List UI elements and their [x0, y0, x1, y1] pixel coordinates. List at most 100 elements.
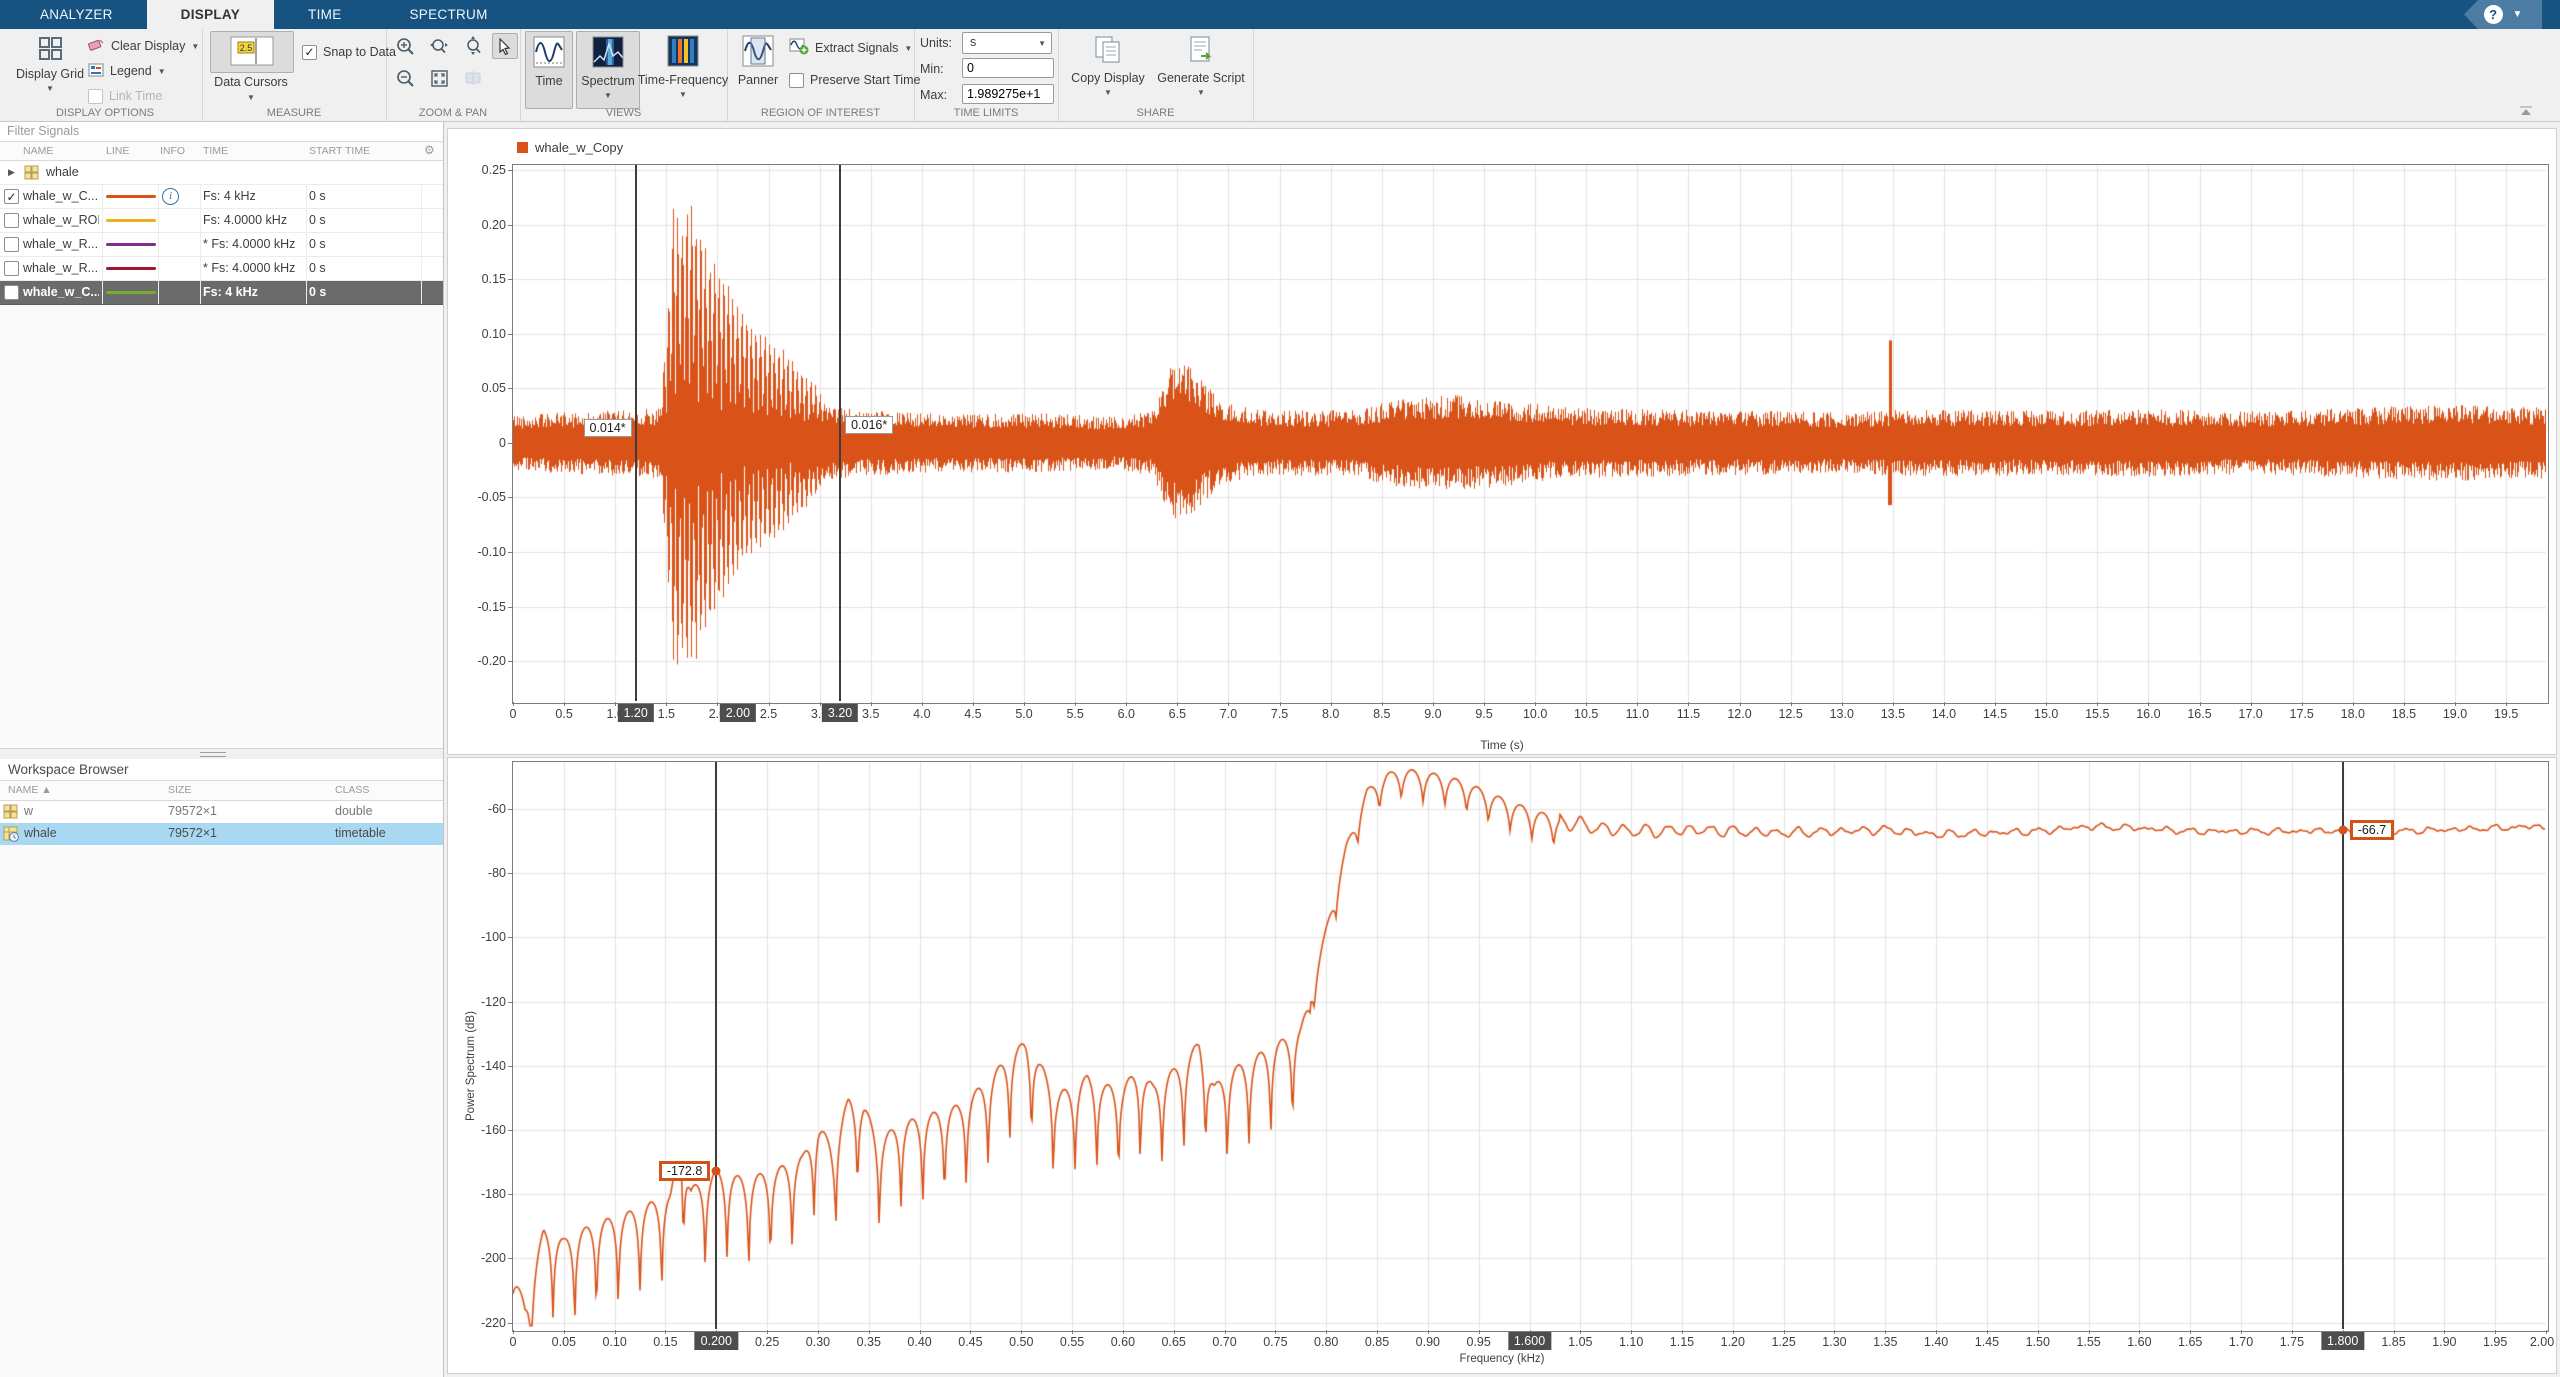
x-tick-label: 10.5	[1574, 707, 1598, 721]
display-grid-button[interactable]: Display Grid ▼	[18, 31, 82, 93]
time-plot-panel: whale_w_Copy 00.51.01.52.02.53.03.54.04.…	[447, 128, 2557, 755]
line-style-swatch[interactable]	[106, 291, 156, 294]
generate-script-icon	[1187, 35, 1215, 68]
cursor-tick-badge[interactable]: 0.200	[695, 1332, 738, 1350]
time-cursor-line[interactable]	[635, 165, 637, 701]
spectrum-cursor-line[interactable]	[2342, 762, 2344, 1329]
line-style-swatch[interactable]	[106, 219, 156, 222]
link-time-label: Link Time	[109, 89, 163, 103]
spectrum-view-button[interactable]: Spectrum ▼	[576, 31, 640, 109]
max-input[interactable]	[962, 84, 1054, 104]
cursor-value-label[interactable]: -66.7	[2350, 820, 2395, 840]
y-tick-label: -180	[460, 1187, 506, 1201]
data-cursors-button[interactable]: 2.5	[210, 31, 294, 73]
cursor-tick-badge[interactable]: 1.800	[2321, 1332, 2364, 1350]
filter-signals-input[interactable]: Filter Signals	[0, 122, 443, 142]
signal-row-whale-w-c-[interactable]: ✓whale_w_C...iFs: 4 kHz0 s	[0, 185, 443, 209]
clear-display-button[interactable]: Clear Display ▼	[88, 35, 199, 57]
column-header-start-time[interactable]: START TIME	[309, 145, 370, 157]
checkbox-icon[interactable]	[4, 213, 19, 228]
extract-signals-button[interactable]: Extract Signals ▼	[789, 37, 912, 59]
preserve-start-time-checkbox[interactable]: Preserve Start Time	[789, 69, 920, 91]
zoom-in-x-icon[interactable]	[428, 35, 450, 57]
cursor-value-label[interactable]: 0.016*	[845, 416, 893, 434]
timetable-icon	[3, 826, 19, 845]
time-cursor-line[interactable]	[839, 165, 841, 701]
signal-row-whale-w-r-[interactable]: whale_w_R...* Fs: 4.0000 kHz0 s	[0, 257, 443, 281]
ws-column-header-name[interactable]: NAME ▲	[8, 784, 52, 796]
signal-row-whale-w-r-[interactable]: whale_w_R...* Fs: 4.0000 kHz0 s	[0, 233, 443, 257]
cursor-tick-badge[interactable]: 1.20	[617, 704, 653, 722]
signal-row-whale-w-roi[interactable]: whale_w_ROIFs: 4.0000 kHz0 s	[0, 209, 443, 233]
spectrum-cursor-line[interactable]	[715, 762, 717, 1329]
cursor-value-label[interactable]: 0.014*	[584, 419, 632, 437]
signal-row-whale-w-c-[interactable]: whale_w_C...Fs: 4 kHz0 s	[0, 281, 443, 305]
y-tick-label: 0.20	[460, 218, 506, 232]
workspace-row-w[interactable]: w79572×1double	[0, 801, 443, 823]
gear-icon[interactable]: ⚙	[424, 143, 435, 157]
signal-group-row[interactable]: ▶whale	[0, 161, 443, 185]
workspace-header: NAME ▲ SIZE CLASS	[0, 781, 443, 801]
snap-to-data-checkbox[interactable]: ✓ Snap to Data	[302, 41, 396, 63]
legend-button[interactable]: Legend ▼	[88, 60, 166, 82]
generate-script-button[interactable]: Generate Script ▼	[1154, 31, 1248, 97]
spectrum-axes[interactable]	[512, 761, 2549, 1332]
cursor-tick-badge[interactable]: 3.20	[822, 704, 858, 722]
line-style-swatch[interactable]	[106, 267, 156, 270]
signal-name: whale_w_R...	[23, 237, 99, 251]
ws-column-header-class[interactable]: CLASS	[335, 784, 369, 796]
cursor-value-label[interactable]: -172.8	[659, 1161, 710, 1181]
zoom-in-y-icon[interactable]	[462, 35, 484, 57]
pointer-tool-icon[interactable]	[492, 33, 518, 59]
tab-analyzer[interactable]: ANALYZER	[6, 0, 147, 29]
zoom-out-icon[interactable]	[394, 67, 416, 89]
copy-display-button[interactable]: Copy Display ▼	[1066, 31, 1150, 97]
checkbox-icon[interactable]	[4, 285, 19, 300]
checkbox-checked-icon[interactable]: ✓	[302, 45, 317, 60]
chevron-down-icon[interactable]: ▼	[247, 93, 255, 102]
collapse-ribbon-button[interactable]	[2518, 105, 2534, 117]
column-header-line[interactable]: LINE	[106, 145, 129, 157]
panner-button[interactable]: Panner	[732, 31, 784, 87]
signal-name: whale_w_C...	[23, 285, 99, 299]
column-header-info[interactable]: INFO	[160, 145, 185, 157]
chevron-down-icon: ▼	[46, 84, 54, 93]
max-label: Max:	[920, 88, 947, 102]
tab-display[interactable]: DISPLAY	[147, 0, 274, 29]
info-icon[interactable]: i	[162, 188, 179, 205]
x-tick-mark	[1075, 702, 1076, 706]
fit-view-icon[interactable]	[428, 67, 450, 89]
x-tick-mark	[1995, 702, 1996, 706]
checkbox-checked-icon[interactable]: ✓	[4, 189, 19, 204]
tab-spectrum[interactable]: SPECTRUM	[376, 0, 522, 29]
zoom-in-icon[interactable]	[394, 35, 416, 57]
x-tick-mark	[2046, 702, 2047, 706]
y-tick-mark	[508, 1066, 512, 1067]
tab-time[interactable]: TIME	[274, 0, 375, 29]
column-header-time[interactable]: TIME	[203, 145, 228, 157]
units-select[interactable]: s ▼	[962, 32, 1052, 54]
time-view-button[interactable]: Time	[525, 31, 573, 109]
checkbox-icon[interactable]	[4, 237, 19, 252]
y-tick-label: 0	[460, 436, 506, 450]
checkbox-icon[interactable]	[4, 261, 19, 276]
time-axes[interactable]	[512, 164, 2549, 704]
x-tick-mark	[2546, 1330, 2547, 1334]
column-divider	[421, 185, 422, 208]
panner-label: Panner	[738, 73, 778, 87]
help-button[interactable]: ? ▼	[2464, 0, 2542, 29]
line-style-swatch[interactable]	[106, 243, 156, 246]
ws-column-header-size[interactable]: SIZE	[168, 784, 191, 796]
x-tick-label: 1.70	[2229, 1335, 2253, 1349]
chevron-down-icon: ▼	[1104, 88, 1112, 97]
cursor-point-icon	[712, 1167, 721, 1176]
help-icon[interactable]: ?	[2484, 5, 2503, 24]
time-frequency-view-button[interactable]: Time-Frequency ▼	[642, 31, 724, 99]
chevron-down-icon[interactable]: ▼	[2513, 9, 2523, 20]
column-header-name[interactable]: NAME	[23, 145, 53, 157]
expand-arrow-icon[interactable]: ▶	[8, 167, 15, 178]
workspace-row-whale[interactable]: whale79572×1timetable	[0, 823, 443, 845]
min-input[interactable]	[962, 58, 1054, 78]
line-style-swatch[interactable]	[106, 195, 156, 198]
checkbox-icon[interactable]	[789, 73, 804, 88]
